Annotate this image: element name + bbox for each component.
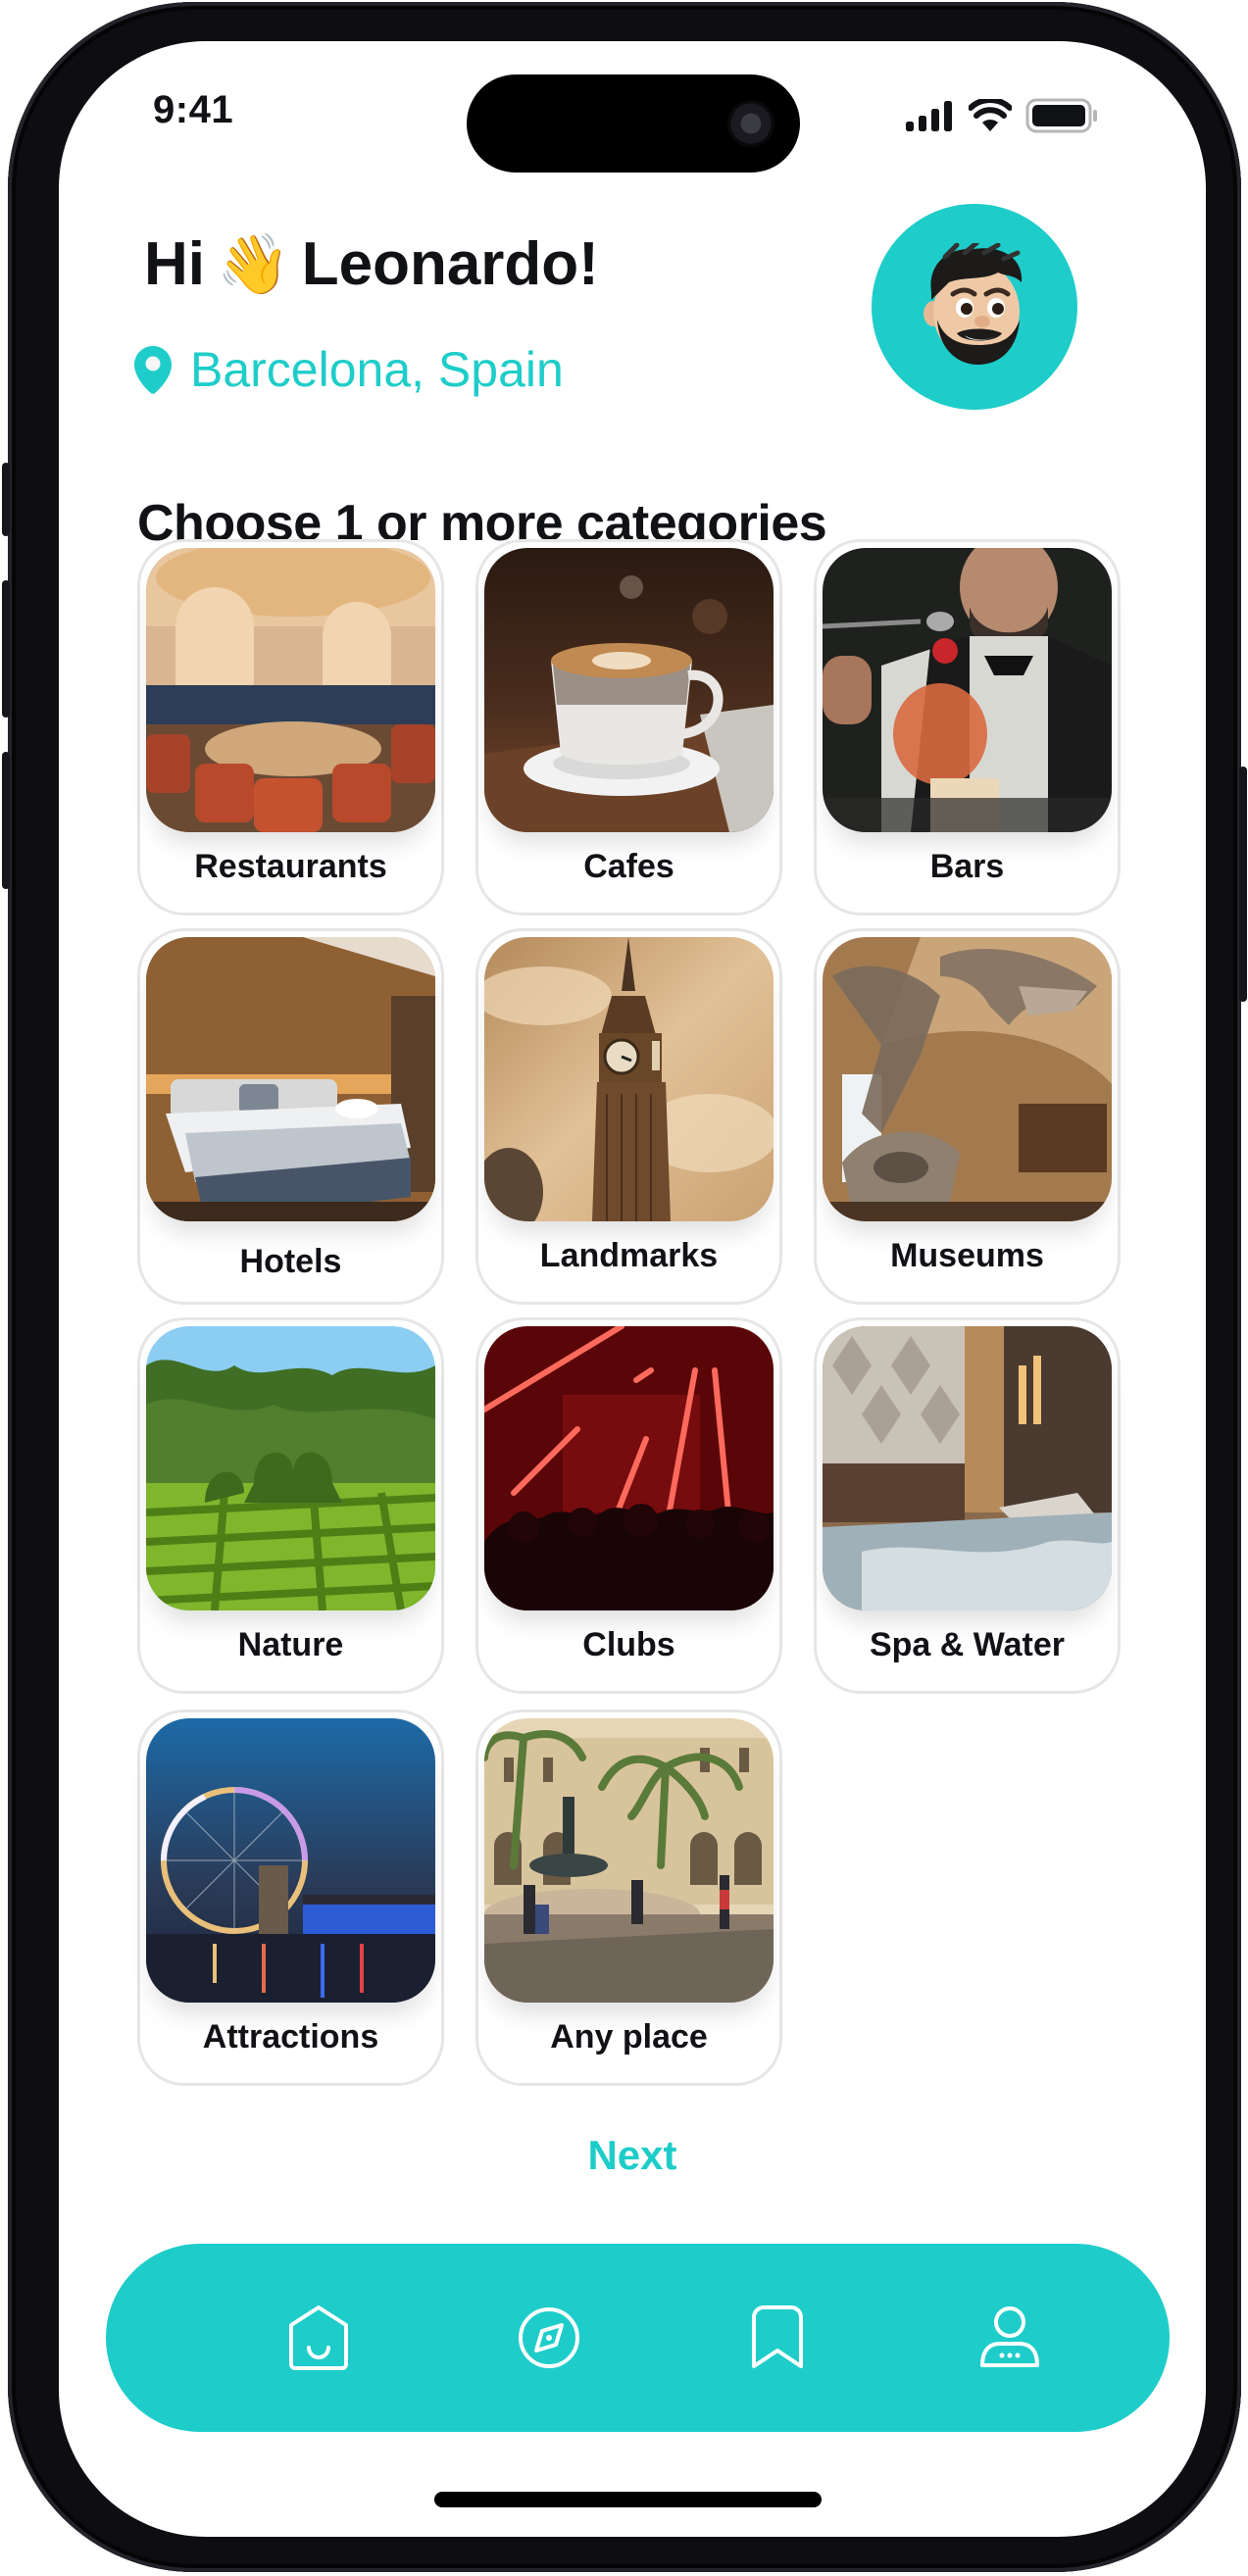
category-label: Clubs [582,1626,675,1663]
ferris-wheel-night-image [146,1718,435,2003]
home-icon [289,2305,348,2370]
compass-icon [519,2307,579,2368]
category-card-hotels[interactable]: Hotels [137,928,444,1305]
greeting-prefix: Hi [144,230,205,298]
category-card-clubs[interactable]: Clubs [475,1317,782,1694]
volume-up-button [2,580,10,718]
cellular-signal-icon [906,101,952,131]
category-label: Museums [890,1237,1044,1274]
dynamic-island [467,74,800,173]
category-label: Cafes [583,848,674,885]
category-card-museums[interactable]: Museums [814,928,1121,1305]
bookmark-icon [752,2305,803,2368]
category-card-attractions[interactable]: Attractions [137,1709,444,2086]
status-time: 9:41 [153,88,234,131]
category-label: Restaurants [194,848,387,885]
bottom-nav-bar [106,2244,1170,2432]
greeting-name: Leonardo! [301,230,599,298]
nav-item-saved[interactable] [738,2299,817,2377]
phone-frame: 9:41 Hi 👋 Leonardo! Barcelona, Spain Cho… [2,2,1247,2572]
category-label: Bars [929,848,1005,885]
category-label: Hotels [239,1243,342,1280]
location-text: Barcelona, Spain [190,342,564,397]
map-pin-icon [134,346,172,394]
plaza-fountain-palms-image [484,1718,774,2003]
category-card-restaurants[interactable]: Restaurants [137,539,444,916]
next-button[interactable]: Next [59,2132,1206,2179]
app-screen: 9:41 Hi 👋 Leonardo! Barcelona, Spain Cho… [59,41,1206,2537]
nav-item-explore[interactable] [510,2299,588,2377]
category-card-cafes[interactable]: Cafes [475,539,782,916]
latte-cup-image [484,548,774,832]
category-card-nature[interactable]: Nature [137,1317,444,1694]
big-ben-tower-image [484,937,774,1221]
category-label: Spa & Water [869,1626,1065,1663]
restaurant-interior-image [146,548,435,832]
volume-down-button [2,752,10,889]
hotel-bedroom-image [146,937,435,1221]
nav-item-profile[interactable] [971,2299,1049,2377]
battery-icon [1025,98,1097,133]
category-card-any-place[interactable]: Any place [475,1709,782,2086]
power-button [1239,767,1247,1002]
category-label: Any place [550,2018,708,2056]
silent-switch [2,463,10,536]
location-selector[interactable]: Barcelona, Spain [133,341,564,398]
category-label: Attractions [202,2018,379,2056]
home-indicator[interactable] [434,2492,822,2507]
nightclub-red-lasers-image [484,1326,774,1610]
avatar[interactable] [872,204,1077,410]
wifi-icon [969,99,1012,131]
bartender-cocktail-image [823,548,1112,832]
dinosaur-skeleton-hall-image [823,937,1112,1221]
category-label: Landmarks [539,1237,719,1274]
category-label: Nature [237,1626,344,1663]
camera-icon [727,100,774,147]
category-card-bars[interactable]: Bars [814,539,1121,916]
greeting-heading: Hi 👋 Leonardo! [144,229,599,299]
category-card-spa-water[interactable]: Spa & Water [814,1317,1121,1694]
indoor-spa-pool-image [823,1326,1112,1610]
nav-item-home[interactable] [279,2299,358,2377]
status-icons [906,98,1098,133]
memoji-avatar-icon [924,243,1023,365]
user-icon [980,2306,1039,2367]
hedge-maze-garden-image [146,1326,435,1610]
category-card-landmarks[interactable]: Landmarks [475,928,782,1305]
waving-hand-icon: 👋 [217,230,290,297]
